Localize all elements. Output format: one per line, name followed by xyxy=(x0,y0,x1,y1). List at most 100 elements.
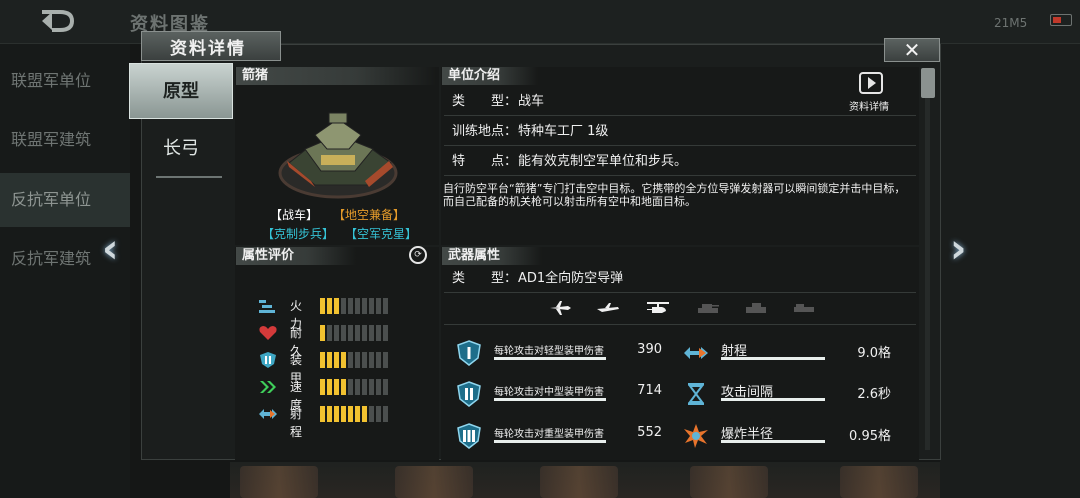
stat-bar-segment xyxy=(369,325,374,341)
intro-location: 训练地点：特种车工厂 1级 xyxy=(444,118,916,146)
tab-prototype[interactable]: 原型 xyxy=(129,63,233,119)
infantry-icon xyxy=(794,304,814,312)
unit-thumbnail[interactable] xyxy=(540,466,618,498)
heart-icon xyxy=(259,326,277,340)
stat-bar-segment xyxy=(362,379,367,395)
stat-bar-segment xyxy=(376,379,381,395)
back-icon xyxy=(42,10,75,32)
stat-bar-segment xyxy=(341,379,346,395)
stat-bar-segment xyxy=(341,298,346,314)
info-value: 特种车工厂 1级 xyxy=(518,124,609,139)
stat-bar-segment xyxy=(355,379,360,395)
underline xyxy=(721,440,825,443)
stat-bar-segment xyxy=(362,298,367,314)
next-arrow-icon[interactable]: › xyxy=(950,228,980,270)
speed-icon xyxy=(260,381,276,393)
stat-bar-segment xyxy=(383,379,388,395)
plane-icon xyxy=(597,303,619,312)
prev-arrow-icon[interactable]: ‹ xyxy=(102,228,132,270)
stat-bar-segment xyxy=(383,352,388,368)
underline xyxy=(494,357,606,360)
sidebar-item-rebel-units[interactable]: 反抗军单位 xyxy=(0,173,130,227)
stat-bar-segment xyxy=(341,352,346,368)
sidebar-item-alliance-units[interactable]: 联盟军单位 xyxy=(0,54,130,108)
sidebar-item-alliance-buildings[interactable]: 联盟军建筑 xyxy=(0,113,130,167)
stat-bar xyxy=(320,325,388,341)
damage-heavy: 每轮攻击对重型装甲伤害 552 xyxy=(456,421,670,451)
damage-light: 每轮攻击对轻型装甲伤害 390 xyxy=(456,338,670,368)
close-button[interactable]: ✕ xyxy=(884,38,940,62)
intro-title: 单位介绍 xyxy=(442,67,538,85)
unit-thumbnail[interactable] xyxy=(395,466,473,498)
vehicle-icon xyxy=(746,303,766,313)
stat-bar-segment xyxy=(327,379,332,395)
prop-value: 9.0格 xyxy=(857,346,891,361)
unit-name: 箭猪 xyxy=(236,67,436,85)
scrollbar-track[interactable] xyxy=(925,98,930,450)
stat-bar-segment xyxy=(341,406,346,422)
weapon-title: 武器属性 xyxy=(442,247,542,265)
stat-bar-segment xyxy=(320,352,325,368)
info-value: 战车 xyxy=(518,94,545,109)
stat-bar-segment xyxy=(334,379,339,395)
stat-bar-segment xyxy=(320,406,325,422)
damage-value: 714 xyxy=(637,383,662,398)
stat-bar-segment xyxy=(362,352,367,368)
info-key: 类 型： xyxy=(452,94,518,109)
battery-icon xyxy=(1050,14,1072,26)
damage-medium: 每轮攻击对中型装甲伤害 714 xyxy=(456,379,670,409)
stat-bar-segment xyxy=(362,406,367,422)
stat-bar-segment xyxy=(327,352,332,368)
stat-bar-segment xyxy=(376,406,381,422)
stat-bar xyxy=(320,406,388,422)
unit-thumbnail[interactable] xyxy=(690,466,768,498)
stat-bar-segment xyxy=(341,325,346,341)
explosion-icon xyxy=(684,424,708,448)
stat-bar-segment xyxy=(327,325,332,341)
tank-icon xyxy=(698,304,719,313)
unit-thumbnail[interactable] xyxy=(240,466,318,498)
signal-status: 21M5 xyxy=(994,16,1028,30)
stat-label: 射程 xyxy=(290,407,303,439)
weapon-type: 类 型：AD1全向防空导弹 xyxy=(444,265,916,293)
prop-value: 2.6秒 xyxy=(857,387,891,402)
unit-thumbnail[interactable] xyxy=(840,466,918,498)
prop-interval: 攻击间隔 2.6秒 xyxy=(683,379,909,409)
stat-bar-segment xyxy=(355,325,360,341)
stat-bar-segment xyxy=(355,298,360,314)
prop-value: 0.95格 xyxy=(849,429,891,444)
stat-bar-segment xyxy=(320,298,325,314)
tab-divider xyxy=(156,176,222,178)
intro-type: 类 型：战车 xyxy=(444,88,916,116)
damage-label: 每轮攻击对重型装甲伤害 xyxy=(494,429,604,440)
scrollbar-thumb[interactable] xyxy=(921,68,935,98)
tag-anti-infantry: 【克制步兵】 xyxy=(262,227,335,241)
stat-bar-segment xyxy=(334,325,339,341)
damage-label: 每轮攻击对中型装甲伤害 xyxy=(494,387,604,398)
stat-bar-segment xyxy=(320,379,325,395)
tab-longbow[interactable]: 长弓 xyxy=(129,121,233,177)
stat-bar-segment xyxy=(369,406,374,422)
stat-bar-segment xyxy=(348,352,353,368)
armor-heavy-icon xyxy=(457,423,481,449)
stat-bar-segment xyxy=(369,379,374,395)
info-key: 类 型： xyxy=(452,271,518,286)
stat-bar xyxy=(320,379,388,395)
stat-bar xyxy=(320,352,388,368)
back-button[interactable] xyxy=(38,8,76,34)
jet-icon xyxy=(550,301,571,315)
stat-bar-segment xyxy=(334,406,339,422)
prop-blast-radius: 爆炸半径 0.95格 xyxy=(683,421,909,451)
underline xyxy=(494,398,606,401)
underline xyxy=(494,440,606,443)
stat-bar-segment xyxy=(348,325,353,341)
range-icon xyxy=(259,409,277,419)
stat-bar-segment xyxy=(320,325,325,341)
stat-bar-segment xyxy=(327,298,332,314)
stat-bar-segment xyxy=(355,406,360,422)
refresh-icon[interactable]: ⟳ xyxy=(409,246,427,264)
divider xyxy=(444,324,916,325)
info-value: AD1全向防空导弹 xyxy=(518,271,624,286)
underline xyxy=(721,398,825,401)
stat-bar-segment xyxy=(376,325,381,341)
